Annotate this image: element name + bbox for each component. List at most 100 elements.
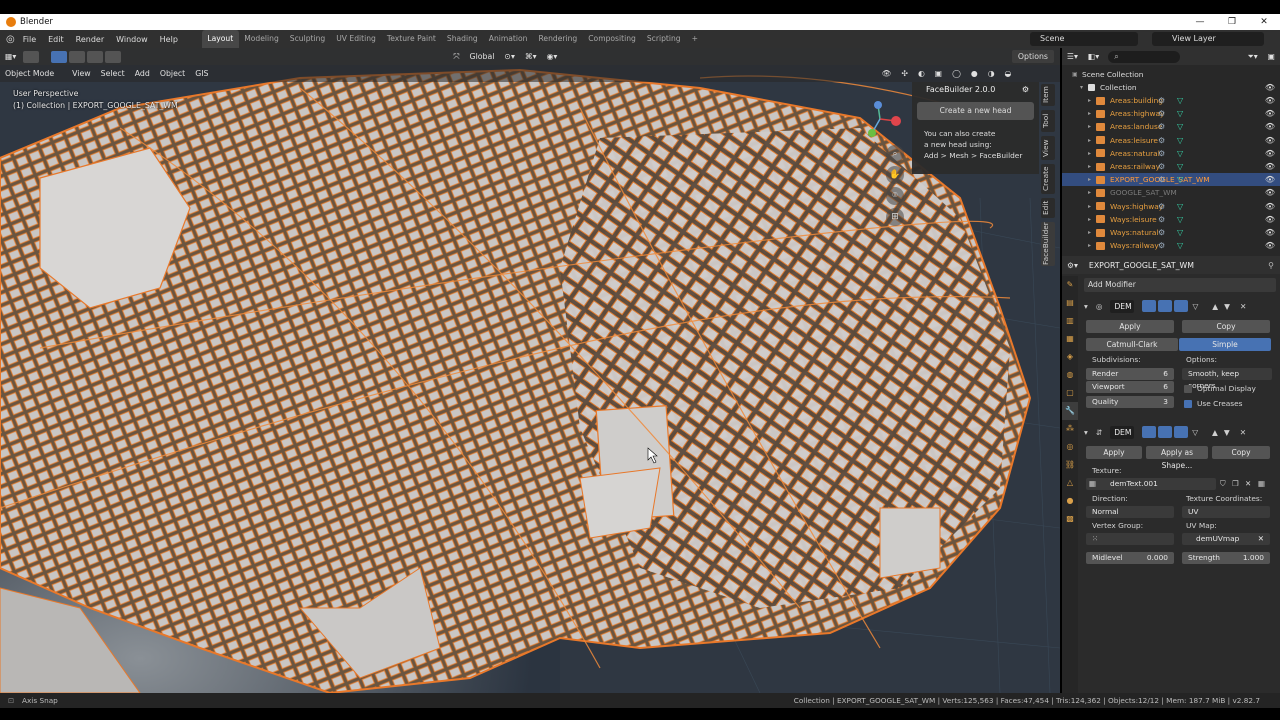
snap-icon[interactable]: ⌘▾ bbox=[525, 52, 537, 61]
eye-icon[interactable]: 👁 bbox=[1265, 109, 1275, 118]
expand-icon[interactable]: ▾ bbox=[1080, 84, 1088, 91]
tab-tool[interactable]: Tool bbox=[1041, 110, 1055, 132]
outliner-row[interactable]: ▸ Ways:railway ⚙ ▽ 👁 bbox=[1062, 239, 1280, 252]
expand-icon[interactable]: ▸ bbox=[1088, 150, 1096, 157]
copy-button[interactable]: Copy bbox=[1182, 320, 1270, 333]
use-creases-checkbox[interactable]: Use Creases bbox=[1184, 399, 1243, 408]
pivot-icon[interactable]: ⊙▾ bbox=[504, 52, 514, 61]
select-tool-icon[interactable] bbox=[23, 50, 40, 63]
quality-field[interactable]: Quality 3 bbox=[1086, 396, 1174, 408]
move-down-icon[interactable]: ▼ bbox=[1224, 428, 1230, 437]
expand-icon[interactable]: ▸ bbox=[1088, 216, 1096, 223]
tab-item[interactable]: Item bbox=[1041, 84, 1055, 106]
cage-icon[interactable]: ▽ bbox=[1192, 428, 1198, 437]
menu-help[interactable]: Help bbox=[154, 35, 184, 44]
tab-compositing[interactable]: Compositing bbox=[583, 30, 642, 48]
eye-icon[interactable]: 👁 bbox=[1265, 162, 1275, 171]
shading-material-icon[interactable]: ◑ bbox=[988, 69, 995, 78]
menu-file[interactable]: File bbox=[17, 35, 42, 44]
collapse-icon[interactable]: ▾ bbox=[1084, 428, 1088, 437]
move-up-icon[interactable]: ▲ bbox=[1212, 302, 1218, 311]
tab-rendering[interactable]: Rendering bbox=[533, 30, 583, 48]
editor-type-icon[interactable]: ▦▾ bbox=[5, 52, 16, 61]
texture-coordinates-dropdown[interactable]: UV bbox=[1182, 506, 1270, 518]
select-mode-new-icon[interactable] bbox=[51, 50, 68, 63]
viewport-menu-gis[interactable]: GIS bbox=[195, 69, 208, 78]
texture-field[interactable]: demText.001 bbox=[1086, 478, 1216, 490]
view-layer-selector[interactable]: View Layer bbox=[1152, 32, 1264, 46]
output-tab-icon[interactable]: ▥ bbox=[1062, 312, 1078, 330]
tab-uv-editing[interactable]: UV Editing bbox=[331, 30, 382, 48]
expand-icon[interactable]: ▸ bbox=[1088, 176, 1096, 183]
move-up-icon[interactable]: ▲ bbox=[1212, 428, 1218, 437]
outliner-row[interactable]: ▸ Areas:railway ⚙ ▽ 👁 bbox=[1062, 160, 1280, 173]
display-mode-icon[interactable]: ◧▾ bbox=[1088, 52, 1099, 61]
expand-icon[interactable]: ▸ bbox=[1088, 163, 1096, 170]
menu-edit[interactable]: Edit bbox=[42, 35, 70, 44]
select-mode-invert-icon[interactable] bbox=[105, 50, 122, 63]
checkbox-icon[interactable] bbox=[1184, 385, 1192, 393]
realtime-icon[interactable] bbox=[1158, 426, 1173, 438]
strength-field[interactable]: Strength 1.000 bbox=[1182, 552, 1270, 564]
menu-window[interactable]: Window bbox=[110, 35, 154, 44]
tool-tab-icon[interactable]: ✎ bbox=[1062, 276, 1078, 294]
modifier-2-name-field[interactable]: DEM bbox=[1110, 425, 1135, 439]
tab-sculpting[interactable]: Sculpting bbox=[284, 30, 330, 48]
material-tab-icon[interactable]: ● bbox=[1062, 492, 1078, 510]
shading-solid-icon[interactable]: ● bbox=[971, 69, 978, 78]
object-mode-dropdown[interactable]: Object Mode bbox=[5, 69, 54, 78]
blender-menu-icon[interactable]: ◎ bbox=[6, 34, 15, 45]
catmull-clark-button[interactable]: Catmull-Clark bbox=[1086, 338, 1178, 351]
direction-dropdown[interactable]: Normal bbox=[1086, 506, 1174, 518]
eye-icon[interactable]: 👁 bbox=[1265, 215, 1275, 224]
viewport-menu-add[interactable]: Add bbox=[135, 69, 150, 78]
create-new-head-button[interactable]: Create a new head bbox=[917, 102, 1034, 120]
settings-gear-icon[interactable]: ⚙ bbox=[1022, 82, 1029, 98]
add-modifier-dropdown[interactable]: Add Modifier bbox=[1084, 278, 1276, 292]
realtime-icon[interactable] bbox=[1158, 300, 1173, 312]
move-down-icon[interactable]: ▼ bbox=[1224, 302, 1230, 311]
tab-facebuilder[interactable]: FaceBuilder bbox=[1041, 222, 1055, 266]
render-toggle-icon[interactable] bbox=[1174, 300, 1189, 312]
particles-tab-icon[interactable]: ⁂ bbox=[1062, 420, 1078, 438]
close-icon[interactable]: ✕ bbox=[1248, 14, 1280, 30]
clear-icon[interactable]: ✕ bbox=[1258, 533, 1264, 545]
copy-button[interactable]: Copy bbox=[1212, 446, 1270, 459]
camera-icon[interactable]: ⌾ bbox=[886, 187, 904, 205]
proportional-edit-icon[interactable]: ◉▾ bbox=[547, 52, 558, 61]
shading-wire-icon[interactable]: ◯ bbox=[952, 69, 961, 78]
transform-orientation-dropdown[interactable]: Global bbox=[470, 52, 495, 61]
viewport-menu-object[interactable]: Object bbox=[160, 69, 185, 78]
scene-collection-row[interactable]: ▣ Scene Collection bbox=[1062, 68, 1280, 81]
outliner-row[interactable]: ▸ Areas:leisure ⚙ ▽ 👁 bbox=[1062, 134, 1280, 147]
apply-as-shape-button[interactable]: Apply as Shape... bbox=[1146, 446, 1208, 470]
outliner-row[interactable]: ▸ Areas:natural ⚙ ▽ 👁 bbox=[1062, 147, 1280, 160]
shading-render-icon[interactable]: ◒ bbox=[1005, 69, 1012, 78]
duplicate-icon[interactable]: ❐ bbox=[1232, 479, 1239, 488]
constraints-tab-icon[interactable]: ⛓ bbox=[1062, 456, 1078, 474]
render-tab-icon[interactable]: ▤ bbox=[1062, 294, 1078, 312]
outliner-editor-icon[interactable]: ☰▾ bbox=[1067, 52, 1078, 61]
midlevel-field[interactable]: Midlevel 0.000 bbox=[1086, 552, 1174, 564]
minimize-icon[interactable]: — bbox=[1184, 14, 1216, 30]
xray-icon[interactable]: ▣ bbox=[935, 69, 942, 78]
viewport-levels-field[interactable]: Viewport 6 bbox=[1086, 381, 1174, 393]
expand-icon[interactable]: ▸ bbox=[1088, 242, 1096, 249]
tab-animation[interactable]: Animation bbox=[483, 30, 533, 48]
pan-hand-icon[interactable]: ✋ bbox=[886, 166, 904, 184]
expand-icon[interactable]: ▸ bbox=[1088, 189, 1096, 196]
eye-icon[interactable]: 👁 bbox=[1265, 175, 1275, 184]
outliner-row[interactable]: ▸ Areas:landuse ⚙ ▽ 👁 bbox=[1062, 120, 1280, 133]
texture-browse-icon[interactable]: ▦ bbox=[1258, 479, 1265, 488]
edit-mode-icon[interactable] bbox=[1142, 426, 1157, 438]
tab-modeling[interactable]: Modeling bbox=[239, 30, 285, 48]
simple-button[interactable]: Simple bbox=[1179, 338, 1271, 351]
cage-icon[interactable]: ▽ bbox=[1192, 302, 1198, 311]
collection-row[interactable]: ▾ Collection 👁 bbox=[1062, 81, 1280, 94]
overlay-icon[interactable]: ◐ bbox=[918, 69, 925, 78]
render-levels-field[interactable]: Render 6 bbox=[1086, 368, 1174, 380]
maximize-icon[interactable]: ❐ bbox=[1216, 14, 1248, 30]
viewport-menu-select[interactable]: Select bbox=[101, 69, 125, 78]
eye-icon[interactable]: 👁 bbox=[1265, 149, 1275, 158]
zoom-icon[interactable]: ⌕ bbox=[886, 145, 904, 163]
